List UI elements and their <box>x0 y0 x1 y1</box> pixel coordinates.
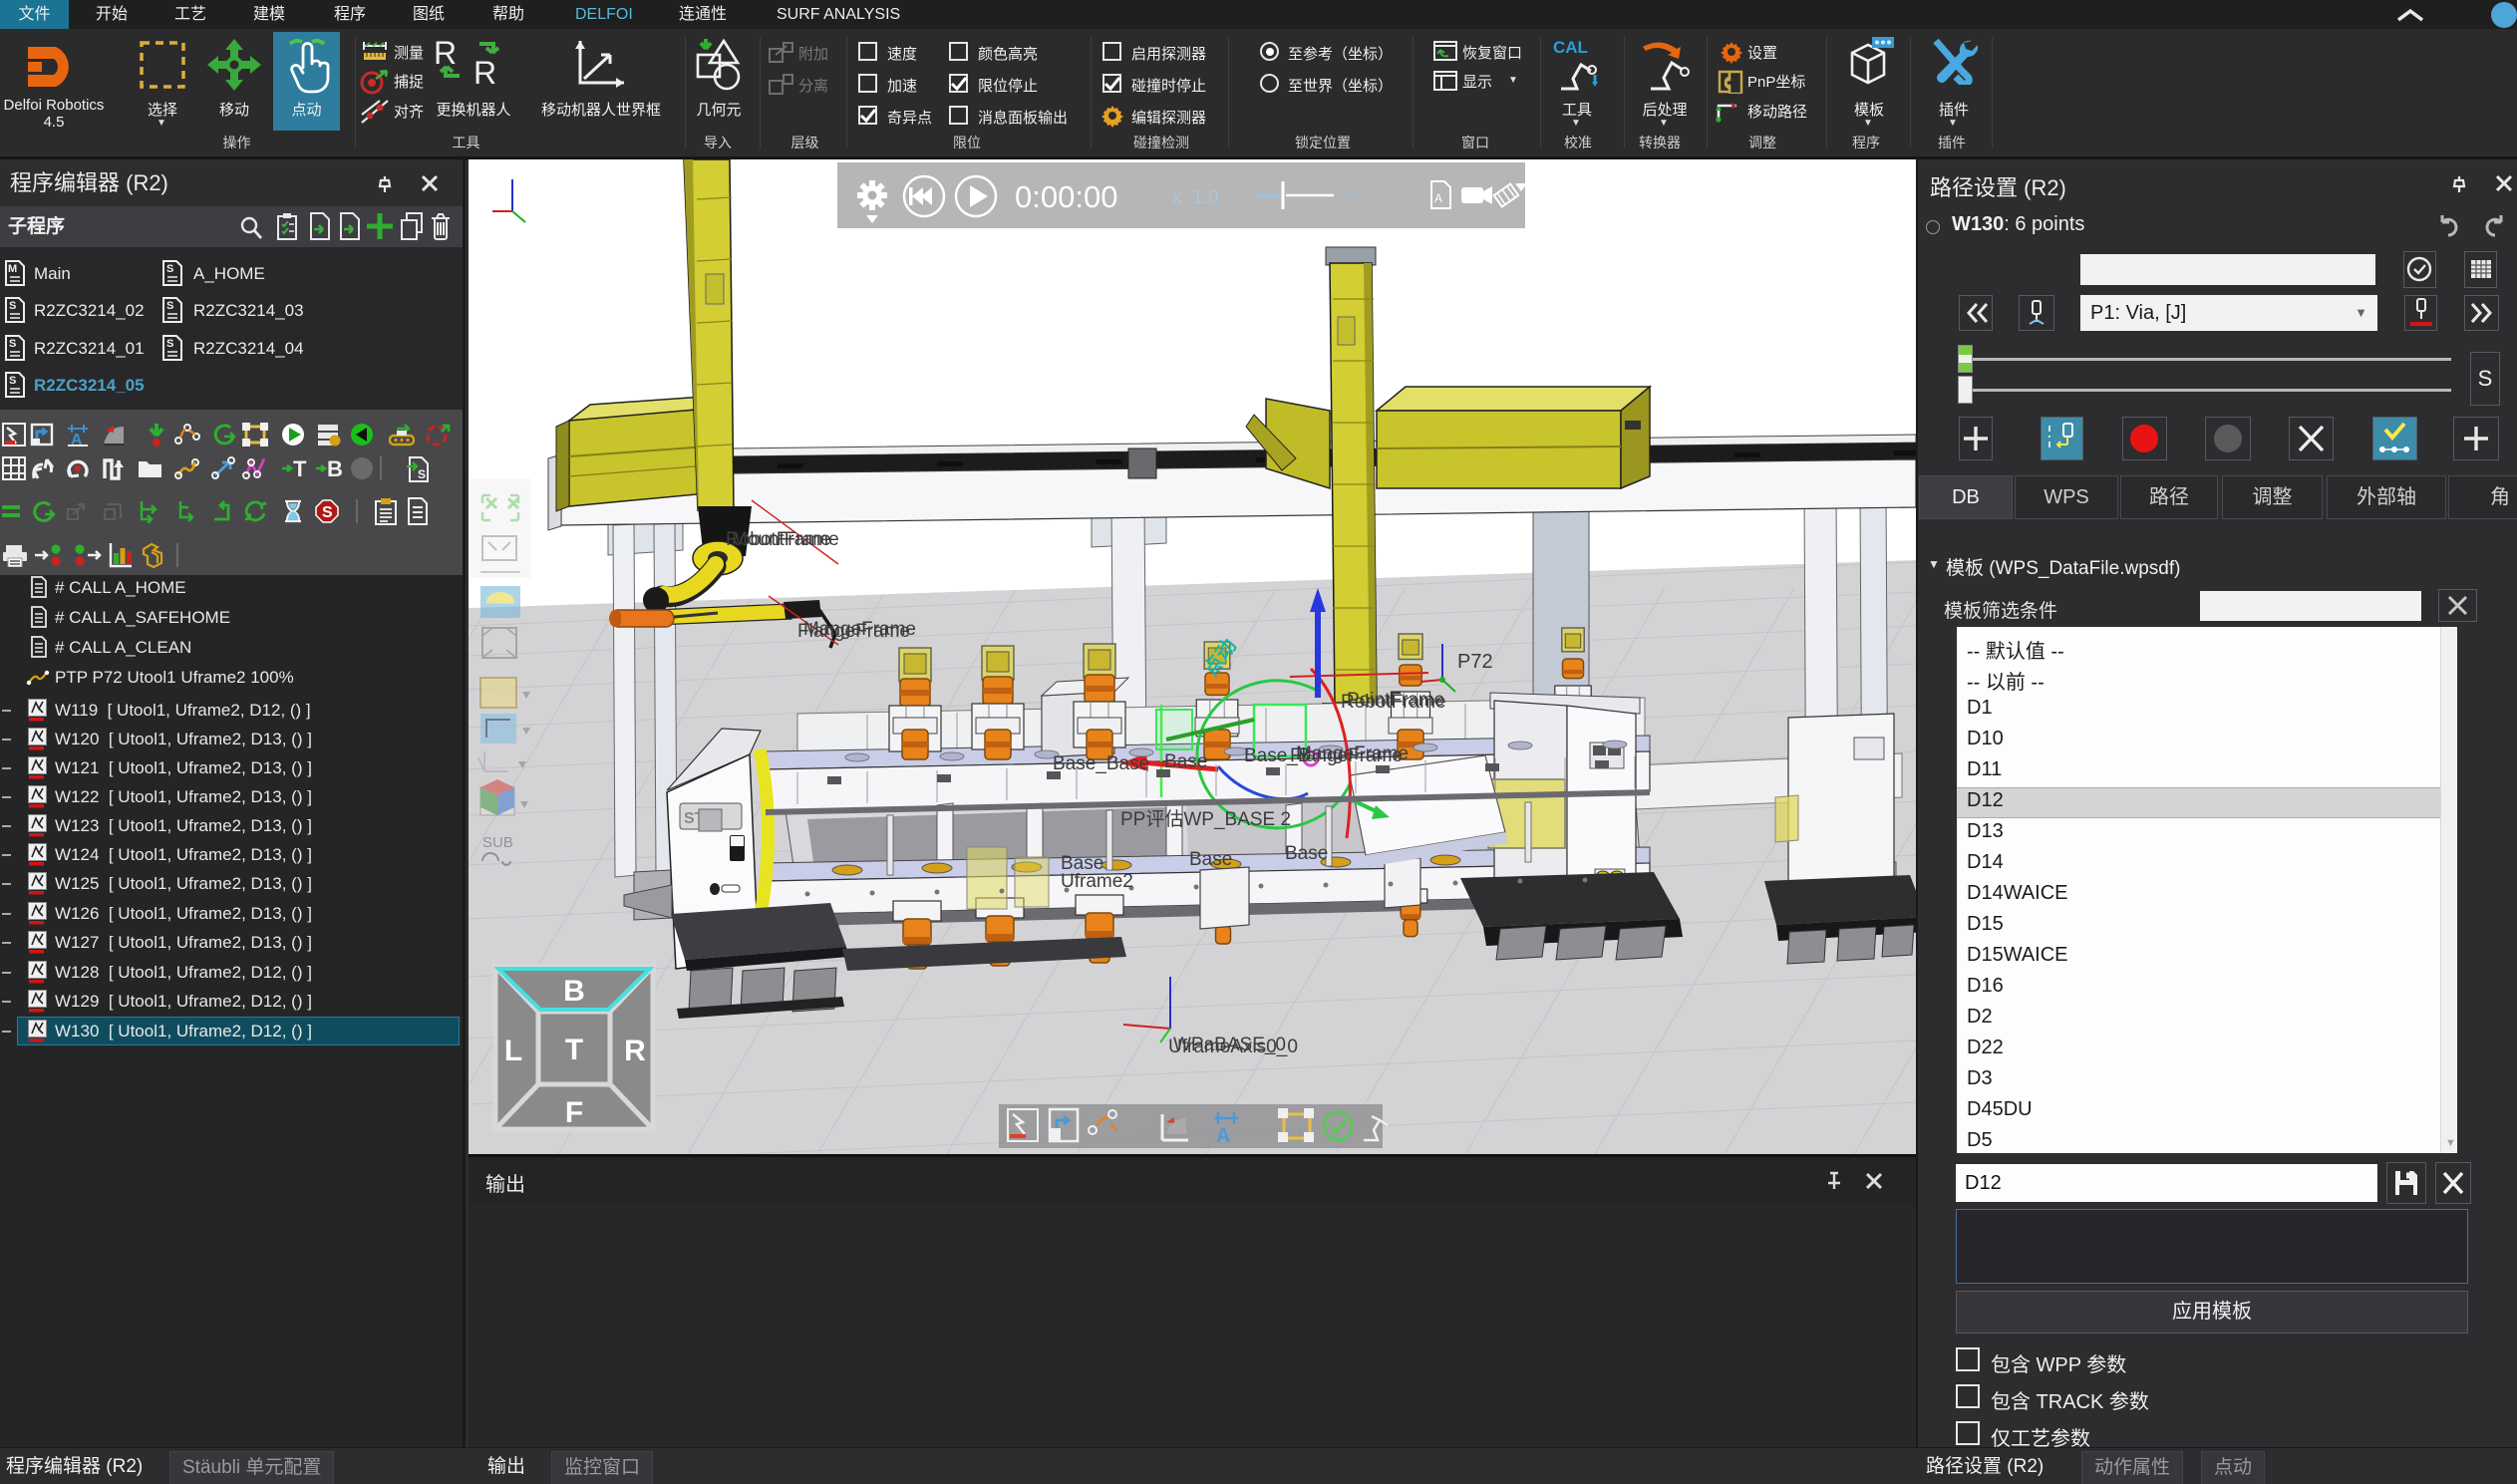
svg-text:S: S <box>322 504 333 521</box>
svg-text:R: R <box>473 55 496 86</box>
svg-text:Uframe2: Uframe2 <box>1061 871 1133 892</box>
svg-text:Base: Base <box>1189 849 1232 870</box>
svg-text:Base: Base <box>1164 751 1207 772</box>
svg-text:Base_Base: Base_Base <box>1053 753 1149 774</box>
svg-text:L: L <box>504 1035 522 1067</box>
svg-text:S: S <box>9 338 16 350</box>
svg-text:T: T <box>565 1034 583 1066</box>
svg-text:A: A <box>1434 191 1442 205</box>
svg-text:S: S <box>166 263 173 275</box>
svg-text:A: A <box>1216 1125 1230 1147</box>
svg-text:M: M <box>8 263 17 275</box>
svg-text:FlangeFrame: FlangeFrame <box>1290 745 1403 766</box>
svg-text:F: F <box>565 1096 583 1129</box>
svg-text:B: B <box>563 975 585 1008</box>
svg-text:S: S <box>166 338 173 350</box>
svg-text:A: A <box>71 432 83 446</box>
svg-text:B: B <box>327 456 343 480</box>
svg-text:R: R <box>624 1035 646 1067</box>
svg-text:T: T <box>293 456 307 480</box>
svg-text:RobotFrame: RobotFrame <box>726 529 831 550</box>
svg-text:S: S <box>9 300 16 312</box>
svg-text:S: S <box>166 300 173 312</box>
svg-text:Base: Base <box>1285 843 1328 864</box>
svg-text:FlangeFrame: FlangeFrame <box>797 621 910 642</box>
svg-text:UframeAxis0_0: UframeAxis0_0 <box>1168 1037 1298 1057</box>
svg-text:RobotFrame: RobotFrame <box>1341 692 1446 713</box>
svg-text:CAL: CAL <box>1553 38 1588 57</box>
svg-text:x 1.0: x 1.0 <box>1172 187 1218 208</box>
svg-text:PP评估WP_BASE 2: PP评估WP_BASE 2 <box>1120 808 1291 830</box>
svg-text:P72: P72 <box>1457 651 1493 673</box>
svg-text:S: S <box>418 467 426 481</box>
svg-text:SUB: SUB <box>482 834 513 851</box>
svg-text:0:00:00: 0:00:00 <box>1015 179 1117 214</box>
svg-text:S: S <box>9 375 16 387</box>
